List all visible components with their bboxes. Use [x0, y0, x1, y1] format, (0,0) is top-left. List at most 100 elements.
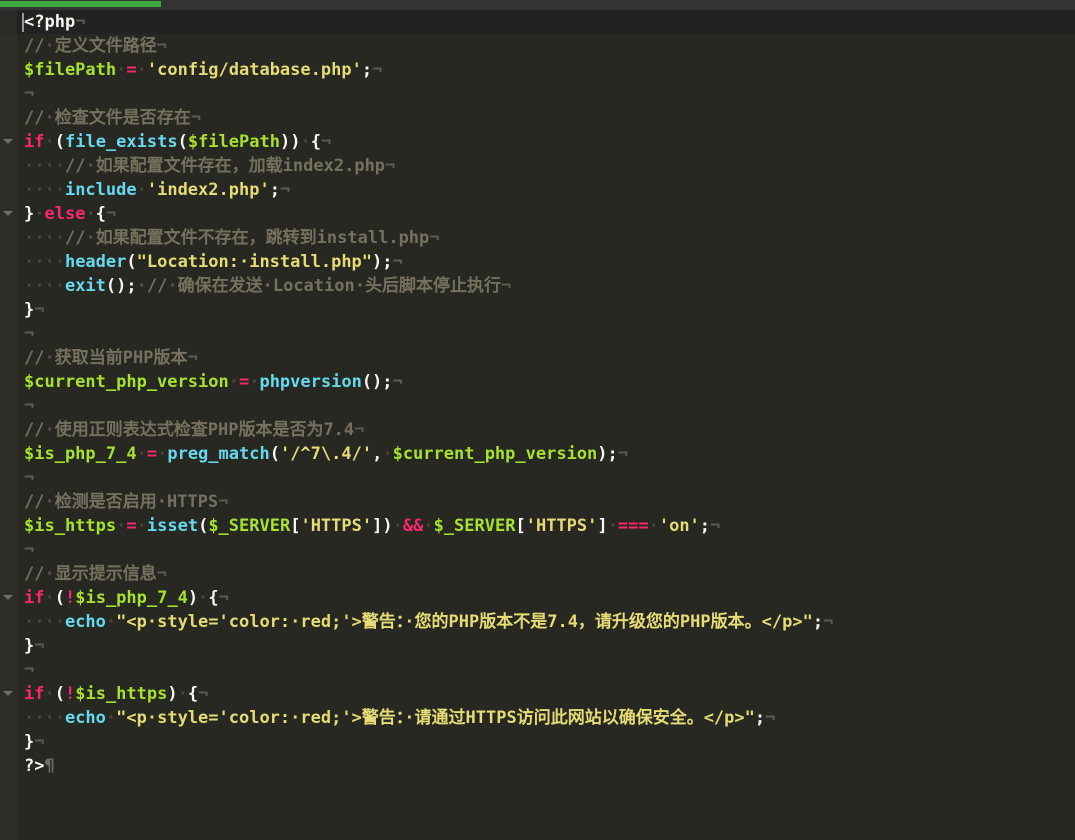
code-token-ws: ·: [393, 516, 403, 536]
code-line[interactable]: ····//·如果配置文件存在，加载index2.php¬: [0, 154, 1075, 178]
code-token-pun: (: [55, 132, 65, 152]
code-line[interactable]: ····exit();·//·确保在发送·Location·头后脚本停止执行¬: [0, 274, 1075, 298]
code-token-pun: {: [96, 204, 106, 224]
code-token-op: !: [65, 684, 75, 704]
code-token-pun: ): [167, 684, 177, 704]
code-line[interactable]: ····header("Location:·install.php");¬: [0, 250, 1075, 274]
code-token-pun: );: [597, 444, 617, 464]
code-token-ws: ·: [249, 372, 259, 392]
code-token-eol: ¬: [24, 660, 34, 680]
code-line[interactable]: //·定义文件路径¬: [0, 34, 1075, 58]
code-line[interactable]: }¬: [0, 298, 1075, 322]
code-line[interactable]: //·使用正则表达式检查PHP版本是否为7.4¬: [0, 418, 1075, 442]
code-line[interactable]: ¬: [0, 82, 1075, 106]
code-line[interactable]: $is_https·=·isset($_SERVER['HTTPS'])·&&·…: [0, 514, 1075, 538]
code-token-cmt: //: [24, 348, 44, 368]
code-line[interactable]: //·显示提示信息¬: [0, 562, 1075, 586]
code-token-eol: ¬: [106, 204, 116, 224]
code-token-cmt: //: [24, 492, 44, 512]
code-token-cmt: 如果配置文件存在，加载index2.php: [96, 156, 385, 176]
code-token-ws: ····: [24, 708, 65, 728]
code-token-eol: ¬: [765, 708, 775, 728]
code-token-eol: ¬: [218, 492, 228, 512]
code-token-eol: ¬: [34, 636, 44, 656]
code-line[interactable]: ····//·如果配置文件不存在，跳转到install.php¬: [0, 226, 1075, 250]
code-token-cmtws: ·: [44, 108, 54, 128]
code-token-cmt: 定义文件路径: [55, 36, 157, 56]
code-line[interactable]: $current_php_version·=·phpversion();¬: [0, 370, 1075, 394]
code-token-eol: ¬: [157, 564, 167, 584]
fold-collapse-icon[interactable]: [3, 595, 13, 600]
code-token-cmt: 使用正则表达式检查PHP版本是否为7.4: [55, 420, 354, 440]
code-token-cmt: 如果配置文件不存在，跳转到install.php: [96, 228, 430, 248]
code-token-var: $_SERVER: [208, 516, 290, 536]
code-token-ws: ·: [198, 588, 208, 608]
code-line[interactable]: ¬: [0, 322, 1075, 346]
code-line[interactable]: if·(file_exists($filePath))·{¬: [0, 130, 1075, 154]
code-line[interactable]: if·(!$is_https)·{¬: [0, 682, 1075, 706]
code-line[interactable]: ¬: [0, 394, 1075, 418]
code-line[interactable]: if·(!$is_php_7_4)·{¬: [0, 586, 1075, 610]
code-line[interactable]: ?>¶: [0, 754, 1075, 778]
code-line[interactable]: //·检测是否启用·HTTPS¬: [0, 490, 1075, 514]
code-line[interactable]: $is_php_7_4·=·preg_match('/^7\.4/',·$cur…: [0, 442, 1075, 466]
code-line[interactable]: }·else·{¬: [0, 202, 1075, 226]
code-line[interactable]: <?php¬: [0, 10, 1075, 34]
code-token-var: $_SERVER: [434, 516, 516, 536]
code-token-var: $is_php_7_4: [24, 444, 137, 464]
loading-progress-bar: [0, 0, 1075, 10]
code-token-var: $filePath: [24, 60, 116, 80]
code-token-eol: ¬: [75, 12, 85, 32]
code-line[interactable]: }¬: [0, 730, 1075, 754]
code-token-pun: }: [24, 204, 34, 224]
code-token-pun: ;: [813, 612, 823, 632]
code-token-eol: ¬: [24, 540, 34, 560]
code-token-cmt: //: [65, 228, 85, 248]
code-token-pun: ): [188, 588, 198, 608]
code-token-op: =: [147, 444, 157, 464]
code-token-cmt: 显示提示信息: [55, 564, 157, 584]
code-token-ws: ·: [608, 516, 618, 536]
code-line[interactable]: }¬: [0, 634, 1075, 658]
code-token-cmt: //: [24, 420, 44, 440]
code-token-ws: ·: [137, 60, 147, 80]
code-lines-container[interactable]: <?php¬//·定义文件路径¬$filePath·=·'config/data…: [0, 10, 1075, 840]
code-editor[interactable]: <?php¬//·定义文件路径¬$filePath·=·'config/data…: [0, 10, 1075, 840]
code-line[interactable]: ····echo·"<p·style='color:·red;'>警告：·您的P…: [0, 610, 1075, 634]
code-token-str: 'index2.php': [147, 180, 270, 200]
fold-collapse-icon[interactable]: [3, 211, 13, 216]
code-token-cmt: 确保在发送·Location·头后脚本停止执行: [178, 276, 501, 296]
code-token-str: "<p·style='color:·red;'>警告：·您的PHP版本不是7.4…: [116, 612, 813, 632]
fold-collapse-icon[interactable]: [3, 691, 13, 696]
code-token-eol: ¬: [618, 444, 628, 464]
code-token-pun: (: [126, 252, 136, 272]
code-token-str: "Location:·install.php": [137, 252, 372, 272]
code-line[interactable]: ¬: [0, 658, 1075, 682]
fold-collapse-icon[interactable]: [3, 139, 13, 144]
code-token-ws: ·: [44, 684, 54, 704]
code-token-eol: ¬: [501, 276, 511, 296]
code-token-pun: }: [24, 300, 34, 320]
code-line[interactable]: $filePath·=·'config/database.php';¬: [0, 58, 1075, 82]
code-line[interactable]: //·获取当前PHP版本¬: [0, 346, 1075, 370]
code-token-pun: (: [55, 684, 65, 704]
code-token-eol: ¬: [34, 732, 44, 752]
code-token-ws: ·: [649, 516, 659, 536]
code-token-pun: ;: [700, 516, 710, 536]
code-token-fn: preg_match: [167, 444, 269, 464]
code-line[interactable]: //·检查文件是否存在¬: [0, 106, 1075, 130]
code-token-eol: ¬: [321, 132, 331, 152]
code-token-ws: ·: [116, 516, 126, 536]
code-token-ws: ·: [178, 684, 188, 704]
code-token-ws: ·: [157, 444, 167, 464]
code-line[interactable]: ····include·'index2.php';¬: [0, 178, 1075, 202]
code-token-op: &&: [403, 516, 423, 536]
code-line[interactable]: ¬: [0, 466, 1075, 490]
code-line[interactable]: ¬: [0, 538, 1075, 562]
code-token-cmtws: ·: [44, 420, 54, 440]
code-token-pun: }: [24, 732, 34, 752]
code-token-kw: else: [45, 204, 86, 224]
code-line[interactable]: ····echo·"<p·style='color:·red;'>警告：·请通过…: [0, 706, 1075, 730]
code-token-para: ¶: [44, 756, 54, 776]
code-token-pun: }: [24, 636, 34, 656]
